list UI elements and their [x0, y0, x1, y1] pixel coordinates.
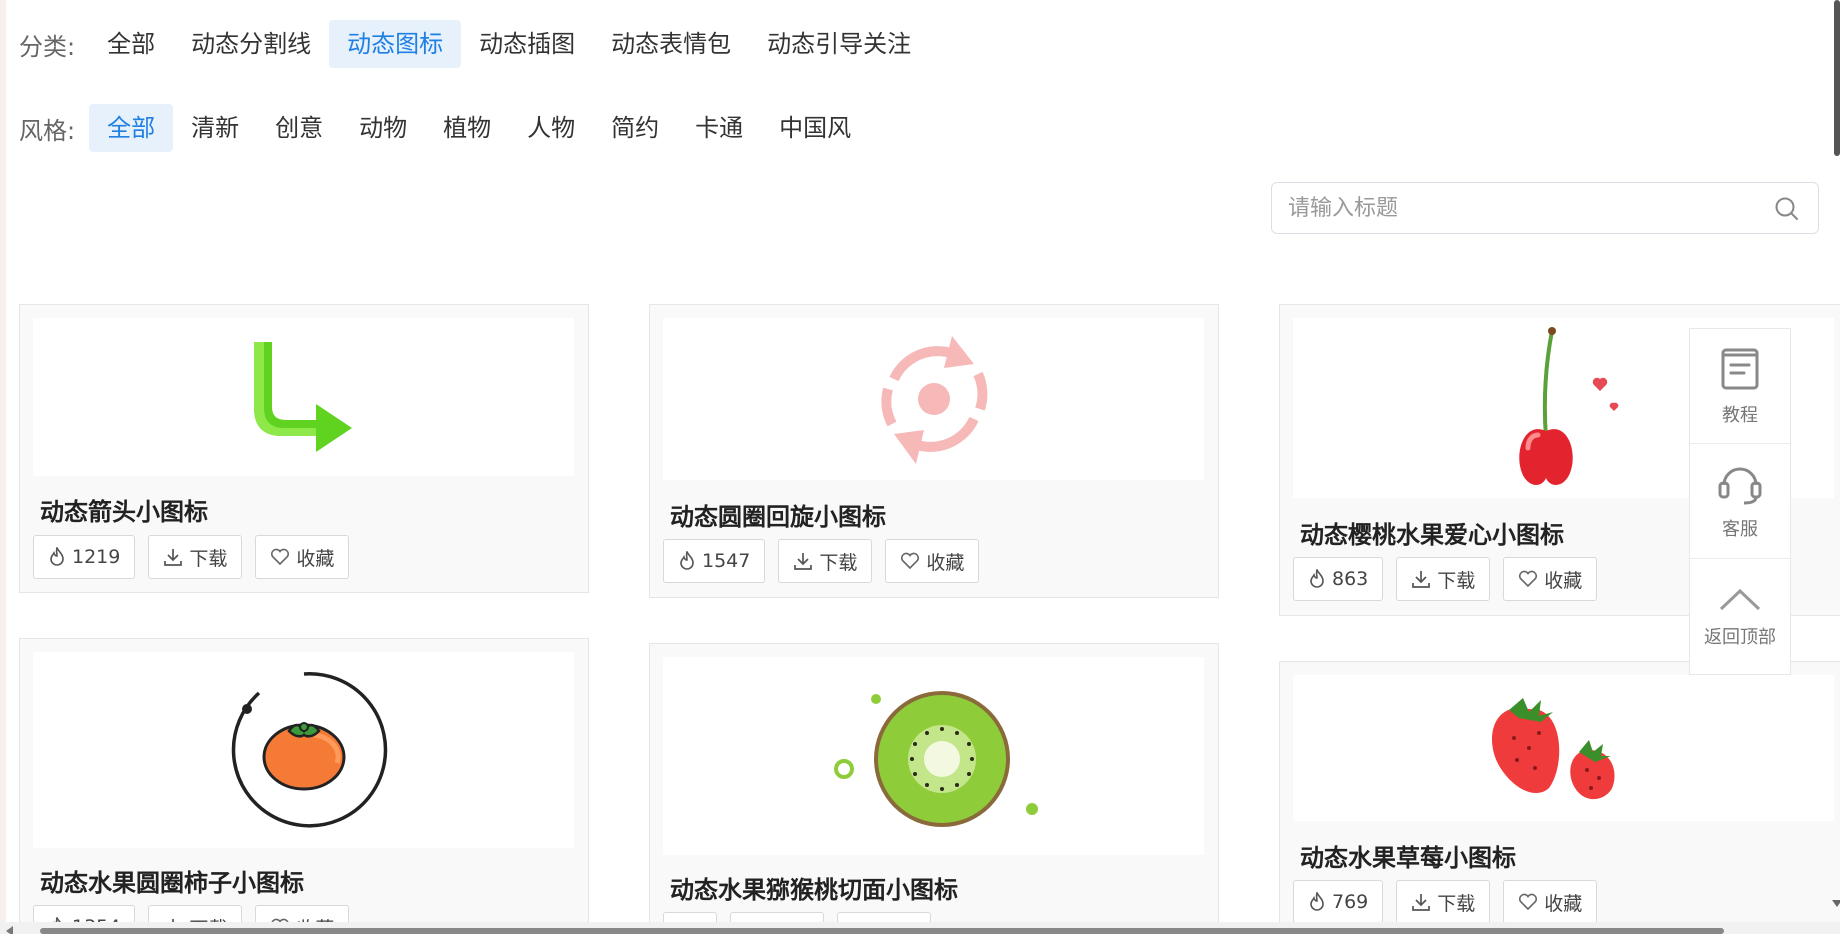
category-option-icons[interactable]: 动态图标 [329, 20, 462, 68]
card-title[interactable]: 动态圆圈回旋小图标 [670, 497, 886, 532]
vertical-scrollbar-thumb[interactable] [1834, 0, 1840, 156]
card-actions: 769 下载 收藏 [1293, 880, 1610, 924]
headset-icon [1718, 467, 1762, 505]
card-title[interactable]: 动态水果草莓小图标 [1300, 838, 1516, 873]
card-rotate[interactable]: 动态圆圈回旋小图标 1547 下载 收藏 [649, 304, 1219, 598]
favorite-label: 收藏 [296, 547, 335, 570]
favorite-button[interactable]: 收藏 [255, 535, 350, 579]
download-button[interactable]: 下载 [1396, 557, 1491, 601]
style-option-animal[interactable]: 动物 [341, 104, 425, 152]
search-icon[interactable] [1774, 196, 1800, 222]
style-option-all[interactable]: 全部 [89, 104, 174, 152]
card-title[interactable]: 动态箭头小图标 [40, 492, 208, 527]
card-arrow[interactable]: 动态箭头小图标 1219 下载 收藏 [19, 304, 589, 593]
flame-icon [1310, 569, 1324, 588]
download-icon [794, 553, 813, 570]
search-input[interactable] [1272, 183, 1752, 233]
card-actions: 863 下载 收藏 [1293, 557, 1610, 601]
card-persimmon[interactable]: 动态水果圆圈柿子小图标 1354 下载 收藏 [19, 638, 589, 934]
download-label: 下载 [1437, 892, 1476, 915]
card-title[interactable]: 动态水果圆圈柿子小图标 [40, 863, 304, 898]
horizontal-scrollbar-thumb[interactable] [40, 928, 1724, 934]
style-option-creative[interactable]: 创意 [257, 104, 341, 152]
strawberry-icon [1491, 698, 1615, 800]
back-to-top-label: 返回顶部 [1704, 626, 1776, 648]
hot-count: 769 [1332, 891, 1369, 913]
tutorial-label: 教程 [1722, 405, 1758, 426]
heart-icon [1519, 570, 1538, 588]
back-to-top-button[interactable]: 返回顶部 [1690, 559, 1790, 674]
download-label: 下载 [819, 551, 858, 574]
download-label: 下载 [189, 547, 228, 570]
green-arrow-icon [253, 342, 352, 452]
hot-count: 863 [1332, 568, 1369, 590]
card-actions: 1219 下载 收藏 [33, 535, 362, 579]
customer-service-button[interactable]: 客服 [1690, 444, 1790, 559]
style-filter-label: 风格: [19, 116, 76, 145]
flame-icon [50, 547, 64, 566]
favorite-label: 收藏 [1544, 569, 1583, 592]
customer-service-label: 客服 [1722, 519, 1758, 540]
chevron-up-icon [1719, 588, 1761, 610]
pink-rotate-icon [880, 336, 987, 464]
hot-count-button[interactable]: 863 [1293, 557, 1384, 601]
search-box [1271, 182, 1819, 234]
card-thumbnail[interactable] [1293, 675, 1834, 821]
download-icon [164, 549, 183, 566]
tutorial-button[interactable]: 教程 [1690, 329, 1790, 444]
kiwi-slice-icon [833, 691, 1038, 827]
category-filter-row: 分类: 全部 动态分割线 动态图标 动态插图 动态表情包 动态引导关注 [19, 20, 929, 68]
flame-icon [1310, 892, 1324, 911]
cherry-hearts-icon [1518, 327, 1618, 485]
favorite-button[interactable]: 收藏 [885, 539, 980, 583]
flame-icon [680, 551, 694, 570]
heart-icon [1519, 893, 1538, 911]
card-actions: 1547 下载 收藏 [663, 539, 992, 583]
hot-count: 1547 [702, 550, 751, 572]
hot-count: 1219 [72, 546, 121, 568]
favorite-label: 收藏 [926, 551, 965, 574]
download-button[interactable]: 下载 [148, 535, 243, 579]
card-thumbnail[interactable] [33, 652, 574, 848]
style-filter-row: 风格: 全部 清新 创意 动物 植物 人物 简约 卡通 中国风 [19, 104, 869, 152]
style-option-cartoon[interactable]: 卡通 [677, 104, 761, 152]
style-option-chinese[interactable]: 中国风 [761, 104, 869, 152]
hot-count-button[interactable]: 1219 [33, 535, 136, 579]
card-thumbnail[interactable] [663, 657, 1204, 855]
style-option-simple[interactable]: 简约 [593, 104, 677, 152]
category-option-all[interactable]: 全部 [89, 20, 173, 68]
download-icon [1412, 571, 1431, 588]
heart-icon [271, 548, 290, 566]
card-strawberry[interactable]: 动态水果草莓小图标 769 下载 收藏 [1279, 661, 1840, 934]
favorite-label: 收藏 [1544, 892, 1583, 915]
category-filter-label: 分类: [19, 32, 76, 61]
floating-side-panel: 教程 客服 返回顶部 [1689, 328, 1791, 675]
card-kiwi[interactable]: 动态水果猕猴桃切面小图标 下载 收藏 [649, 643, 1219, 934]
page-left-edge [0, 0, 6, 934]
card-thumbnail[interactable] [663, 318, 1204, 480]
category-option-stickers[interactable]: 动态表情包 [593, 20, 749, 68]
card-title[interactable]: 动态樱桃水果爱心小图标 [1300, 515, 1564, 550]
card-thumbnail[interactable] [33, 318, 574, 476]
style-option-plant[interactable]: 植物 [425, 104, 509, 152]
download-label: 下载 [1437, 569, 1476, 592]
category-option-illustrations[interactable]: 动态插图 [461, 20, 593, 68]
style-option-fresh[interactable]: 清新 [173, 104, 257, 152]
favorite-button[interactable]: 收藏 [1503, 557, 1598, 601]
download-button[interactable]: 下载 [778, 539, 873, 583]
hot-count-button[interactable]: 769 [1293, 880, 1384, 924]
download-button[interactable]: 下载 [1396, 880, 1491, 924]
download-icon [1412, 894, 1431, 911]
heart-icon [901, 552, 920, 570]
category-option-follow-guide[interactable]: 动态引导关注 [749, 20, 929, 68]
persimmon-circle-icon [231, 672, 387, 828]
category-option-divider[interactable]: 动态分割线 [173, 20, 329, 68]
hot-count-button[interactable]: 1547 [663, 539, 766, 583]
style-option-people[interactable]: 人物 [509, 104, 593, 152]
card-title[interactable]: 动态水果猕猴桃切面小图标 [670, 870, 958, 905]
scroll-down-arrow-icon[interactable] [1832, 900, 1840, 907]
favorite-button[interactable]: 收藏 [1503, 880, 1598, 924]
scroll-left-arrow-icon[interactable] [6, 926, 13, 934]
book-icon [1721, 348, 1759, 390]
